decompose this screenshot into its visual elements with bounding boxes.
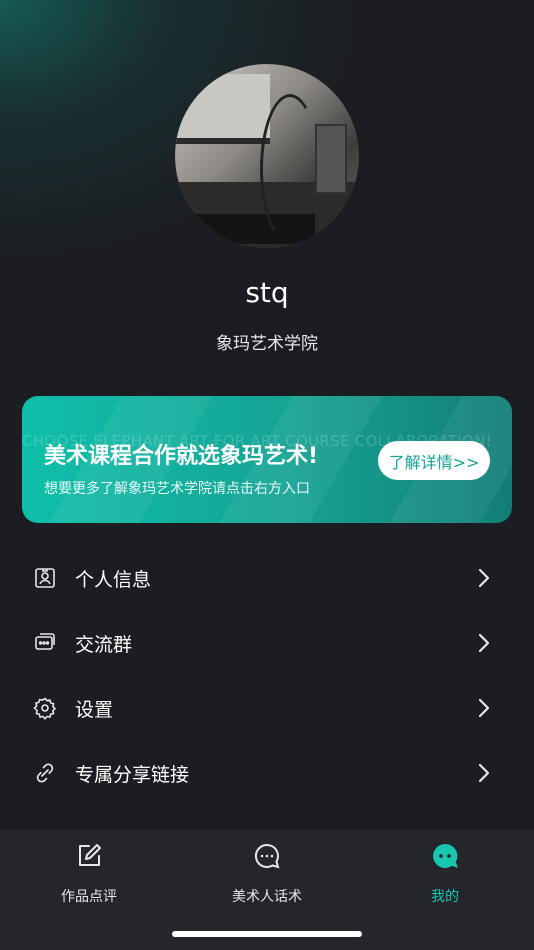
- avatar[interactable]: [175, 64, 359, 248]
- menu-item-chat-group[interactable]: 交流群: [0, 610, 534, 675]
- chat-group-icon: [35, 633, 55, 650]
- menu-item-personal-info[interactable]: 个人信息: [0, 545, 534, 610]
- chevron-right-icon: [478, 763, 490, 783]
- profile-bubble-icon: [433, 843, 458, 868]
- tab-label: 我的: [431, 889, 459, 905]
- id-card-icon: [35, 568, 55, 588]
- chevron-right-icon: [478, 698, 490, 718]
- chevron-right-icon: [478, 633, 490, 653]
- settings-menu: 个人信息 交流群 设置 专属分享链接: [0, 545, 534, 805]
- menu-item-label: 设置: [75, 699, 114, 721]
- username: stq: [245, 276, 289, 309]
- promo-banner[interactable]: CHOOSE ELEPHANT ART FOR ART COURSE COLLA…: [22, 396, 512, 523]
- tab-art-talk[interactable]: 美术人话术: [207, 842, 327, 912]
- edit-icon: [79, 844, 101, 866]
- gear-icon: [33, 697, 57, 720]
- menu-item-label: 专属分享链接: [75, 764, 190, 786]
- school-name: 象玛艺术学院: [216, 334, 318, 354]
- learn-more-button[interactable]: 了解详情>>: [378, 441, 490, 480]
- menu-item-label: 个人信息: [75, 569, 152, 591]
- menu-item-settings[interactable]: 设置: [0, 675, 534, 740]
- menu-item-label: 交流群: [75, 634, 133, 656]
- tab-artwork-review[interactable]: 作品点评: [29, 842, 149, 912]
- tab-mine[interactable]: 我的: [385, 842, 505, 912]
- home-indicator: [172, 931, 362, 937]
- menu-item-share-link[interactable]: 专属分享链接: [0, 740, 534, 805]
- chevron-right-icon: [478, 568, 490, 588]
- tab-label: 作品点评: [61, 889, 117, 905]
- banner-subtitle: 想要更多了解象玛艺术学院请点击右方入口: [44, 481, 310, 497]
- banner-title: 美术课程合作就选象玛艺术!: [44, 444, 319, 469]
- tab-label: 美术人话术: [232, 889, 302, 905]
- link-icon: [36, 763, 54, 783]
- chat-bubble-icon: [255, 843, 280, 869]
